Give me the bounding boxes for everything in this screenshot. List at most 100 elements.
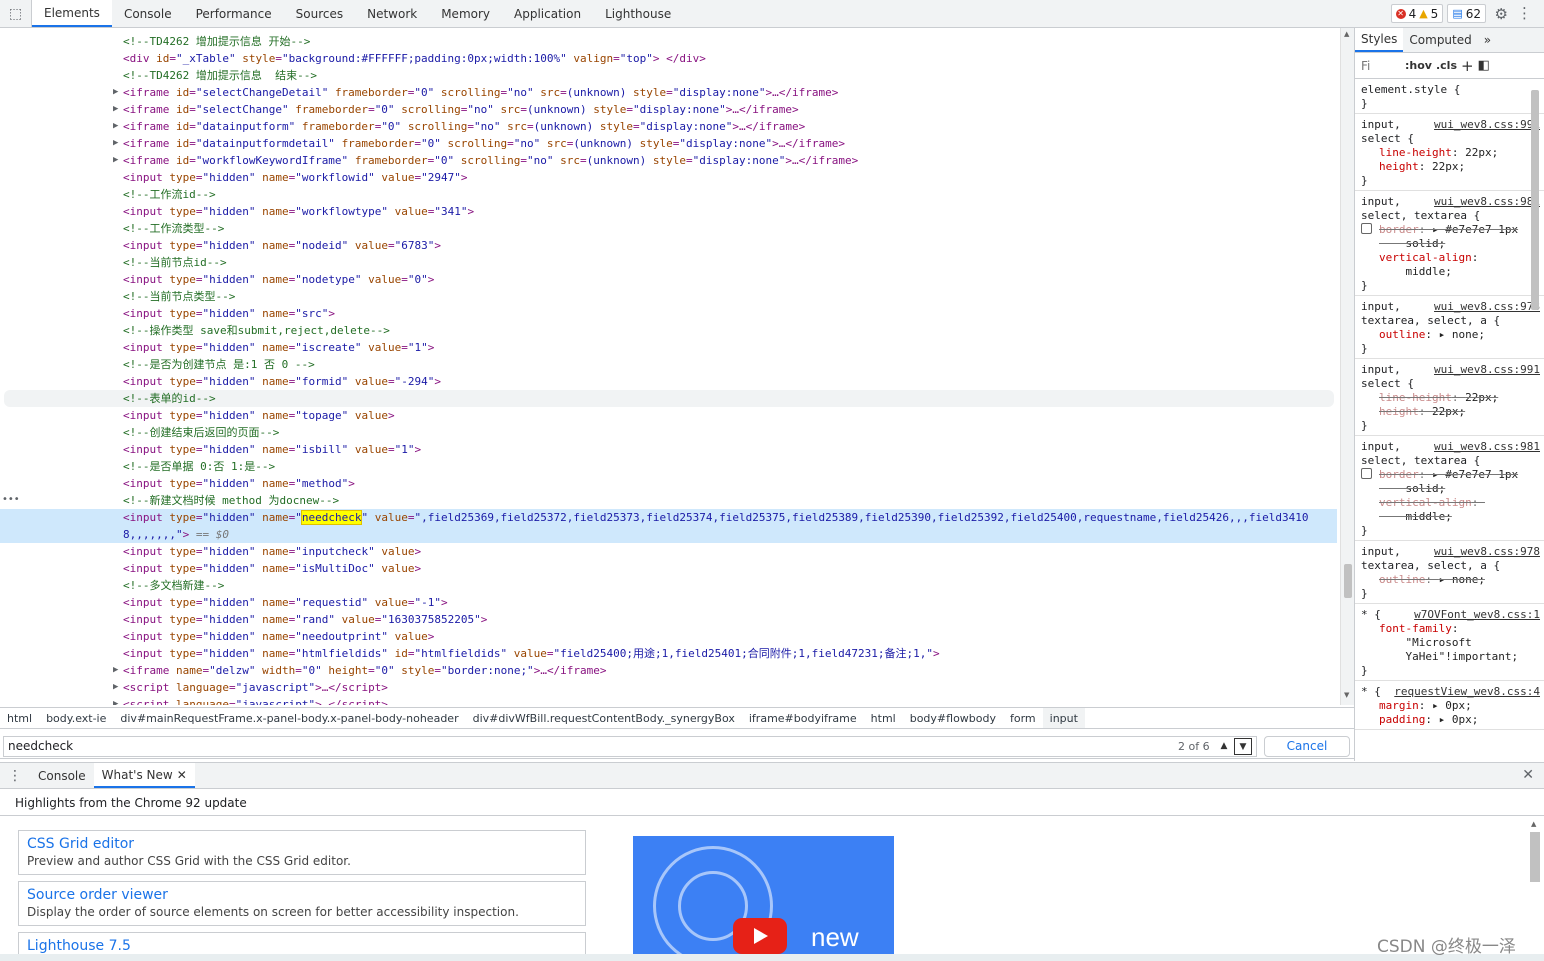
- breadcrumb-item[interactable]: iframe#bodyiframe: [742, 712, 864, 725]
- issue-counters[interactable]: ✕ 4 ▲ 5 ▤ 62: [1390, 4, 1486, 23]
- breadcrumb-item[interactable]: form: [1003, 712, 1043, 725]
- errors-warnings-counter[interactable]: ✕ 4 ▲ 5: [1390, 4, 1444, 23]
- css-property[interactable]: margin: ▸ 0px;: [1361, 699, 1538, 713]
- drawer-menu-icon[interactable]: ⋮: [0, 763, 30, 788]
- stylesheet-link[interactable]: wui_wev8.css:978: [1434, 545, 1540, 559]
- breadcrumb-item[interactable]: div#divWfBill.requestContentBody._synerg…: [466, 712, 742, 725]
- style-rule[interactable]: w7OVFont_wev8.css:1 * {font-family: "Micr…: [1355, 604, 1544, 681]
- css-property[interactable]: height: 22px;: [1361, 160, 1538, 174]
- breadcrumb-item[interactable]: input: [1042, 708, 1085, 728]
- tab-console[interactable]: Console: [112, 0, 184, 27]
- style-rule[interactable]: wui_wev8.css:981 input, select, textarea …: [1355, 436, 1544, 541]
- stylesheet-link[interactable]: wui_wev8.css:991: [1434, 363, 1540, 377]
- style-rule[interactable]: wui_wev8.css:978 input, textarea, select,…: [1355, 296, 1544, 359]
- tab-application[interactable]: Application: [502, 0, 593, 27]
- feature-card[interactable]: Source order viewer Display the order of…: [18, 881, 586, 926]
- tab-elements[interactable]: Elements: [32, 0, 112, 27]
- css-property[interactable]: line-height: 22px;: [1361, 146, 1538, 160]
- stylesheet-link[interactable]: requestView_wev8.css:4: [1394, 685, 1540, 699]
- stylesheet-link[interactable]: wui_wev8.css:991: [1434, 118, 1540, 132]
- feature-title[interactable]: CSS Grid editor: [27, 835, 577, 853]
- close-tab-icon[interactable]: ✕: [177, 768, 187, 782]
- style-rule[interactable]: wui_wev8.css:978 input, textarea, select,…: [1355, 541, 1544, 604]
- node-actions-ellipsis-icon[interactable]: •••: [2, 494, 20, 505]
- selected-dom-node[interactable]: 8,,,,,,,"> == $0: [0, 526, 1337, 543]
- style-rule[interactable]: wui_wev8.css:991 input, select {line-heig…: [1355, 359, 1544, 436]
- feature-card[interactable]: CSS Grid editor Preview and author CSS G…: [18, 830, 586, 875]
- breadcrumb-item[interactable]: html: [864, 712, 903, 725]
- expand-triangle-icon[interactable]: ▶: [113, 679, 121, 696]
- css-property[interactable]: line-height: 22px;: [1361, 391, 1538, 405]
- styles-filter-input[interactable]: Fi: [1361, 59, 1401, 73]
- css-property[interactable]: vertical-align: middle;: [1361, 496, 1538, 524]
- css-property[interactable]: font-family: "Microsoft YaHei"!important…: [1361, 622, 1538, 664]
- inspect-element-icon[interactable]: ⬚: [0, 0, 32, 27]
- style-rule[interactable]: wui_wev8.css:981 input, select, textarea …: [1355, 191, 1544, 296]
- cancel-button[interactable]: Cancel: [1264, 736, 1350, 757]
- expand-triangle-icon[interactable]: ▶: [113, 662, 121, 679]
- feature-title[interactable]: Source order viewer: [27, 886, 577, 904]
- breadcrumb-item[interactable]: html: [0, 712, 39, 725]
- feature-title[interactable]: Lighthouse 7.5: [27, 937, 577, 955]
- expand-triangle-icon[interactable]: ▶: [113, 696, 121, 705]
- whats-new-video-thumbnail[interactable]: new: [633, 836, 894, 961]
- tab-network[interactable]: Network: [355, 0, 429, 27]
- css-property[interactable]: border: ▸ #e7e7e7 1px solid;: [1361, 223, 1538, 251]
- css-property[interactable]: vertical-align: middle;: [1361, 251, 1538, 279]
- css-property[interactable]: height: 22px;: [1361, 405, 1538, 419]
- previous-match-chevron-up-icon[interactable]: ▲: [1215, 738, 1233, 755]
- more-tabs-chevron-icon[interactable]: »: [1478, 28, 1497, 52]
- cls-toggle[interactable]: .cls: [1436, 59, 1457, 72]
- hov-toggle[interactable]: :hov: [1405, 59, 1432, 72]
- scrollbar-thumb[interactable]: [1530, 832, 1540, 882]
- scrollbar-thumb[interactable]: [1531, 90, 1539, 310]
- expand-triangle-icon[interactable]: ▶: [113, 84, 121, 101]
- whats-new-scrollbar[interactable]: ▲: [1528, 818, 1542, 961]
- stylesheet-link[interactable]: w7OVFont_wev8.css:1: [1414, 608, 1540, 622]
- youtube-play-icon[interactable]: [733, 918, 787, 954]
- elements-dom-tree[interactable]: <!--TD4262 增加提示信息 开始--> <div id="_xTable"…: [0, 28, 1340, 705]
- tab-whats-new[interactable]: What's New ✕: [93, 763, 195, 788]
- scrollbar-thumb[interactable]: [1344, 564, 1352, 598]
- css-property[interactable]: border: ▸ #e7e7e7 1px solid;: [1361, 468, 1538, 496]
- dom-tree-scrollbar[interactable]: ▲ ▼: [1340, 28, 1354, 705]
- scroll-down-arrow-icon[interactable]: ▼: [1344, 691, 1349, 699]
- messages-counter[interactable]: ▤ 62: [1447, 4, 1486, 23]
- breadcrumb-item[interactable]: body.ext-ie: [39, 712, 113, 725]
- tab-memory[interactable]: Memory: [429, 0, 502, 27]
- css-property[interactable]: outline: ▸ none;: [1361, 328, 1538, 342]
- expand-triangle-icon[interactable]: ▶: [113, 135, 121, 152]
- search-input[interactable]: needcheck: [3, 736, 1257, 757]
- tab-styles[interactable]: Styles: [1355, 28, 1404, 52]
- expand-triangle-icon[interactable]: ▶: [113, 101, 121, 118]
- tab-performance[interactable]: Performance: [184, 0, 284, 27]
- scroll-up-arrow-icon[interactable]: ▲: [1531, 820, 1536, 828]
- style-rule[interactable]: requestView_wev8.css:4 * {margin: ▸ 0px; p…: [1355, 681, 1544, 730]
- next-match-chevron-down-icon[interactable]: ▼: [1234, 738, 1252, 755]
- new-rule-plus-icon[interactable]: +: [1461, 57, 1474, 75]
- styles-scrollbar[interactable]: [1528, 80, 1542, 760]
- hovered-dom-node[interactable]: <!--表单的id-->: [4, 390, 1334, 407]
- stylesheet-link[interactable]: wui_wev8.css:978: [1434, 300, 1540, 314]
- stylesheet-link[interactable]: wui_wev8.css:981: [1434, 195, 1540, 209]
- expand-triangle-icon[interactable]: ▶: [113, 152, 121, 169]
- style-rule[interactable]: wui_wev8.css:991 input, select {line-heig…: [1355, 114, 1544, 191]
- selected-dom-node[interactable]: <input type="hidden" name="needcheck" va…: [0, 509, 1337, 526]
- property-checkbox[interactable]: [1361, 223, 1372, 234]
- expand-triangle-icon[interactable]: ▶: [113, 118, 121, 135]
- style-rule[interactable]: element.style {}: [1355, 79, 1544, 114]
- more-options-icon[interactable]: ⋮: [1517, 4, 1532, 22]
- tab-computed[interactable]: Computed: [1403, 28, 1477, 52]
- tab-lighthouse[interactable]: Lighthouse: [593, 0, 683, 27]
- tab-sources[interactable]: Sources: [284, 0, 355, 27]
- breadcrumb-item[interactable]: div#mainRequestFrame.x-panel-body.x-pane…: [113, 712, 465, 725]
- settings-gear-icon[interactable]: ⚙: [1495, 5, 1508, 23]
- close-drawer-icon[interactable]: ✕: [1522, 767, 1534, 783]
- breadcrumb-item[interactable]: body#flowbody: [903, 712, 1003, 725]
- stylesheet-link[interactable]: wui_wev8.css:981: [1434, 440, 1540, 454]
- property-checkbox[interactable]: [1361, 468, 1372, 479]
- toggle-sidebar-icon[interactable]: ◧: [1478, 58, 1490, 73]
- scroll-up-arrow-icon[interactable]: ▲: [1344, 30, 1349, 38]
- css-property[interactable]: padding: ▸ 0px;: [1361, 713, 1538, 727]
- css-property[interactable]: outline: ▸ none;: [1361, 573, 1538, 587]
